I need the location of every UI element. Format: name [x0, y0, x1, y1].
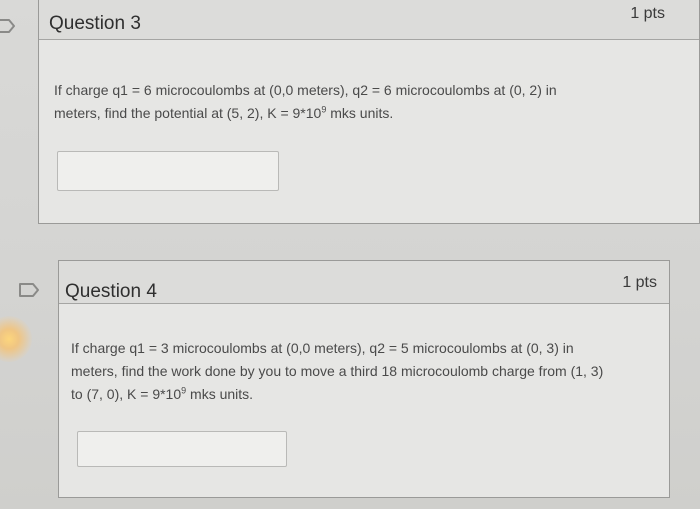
question-text-tail: mks units. [186, 386, 254, 402]
question-4-card: Question 4 1 pts If charge q1 = 3 microc… [58, 260, 670, 498]
question-points: 1 pts [622, 274, 657, 291]
flag-question-icon[interactable] [0, 18, 16, 34]
question-text: If charge q1 = 6 microcoulombs at (0,0 m… [54, 79, 654, 125]
question-header: Question 4 1 pts [59, 261, 669, 304]
question-text-line: meters, find the potential at (5, 2), K … [54, 105, 322, 121]
answer-input[interactable] [57, 151, 279, 191]
question-text: If charge q1 = 3 microcoulombs at (0,0 m… [71, 337, 651, 406]
answer-input[interactable] [77, 431, 287, 467]
question-text-line: If charge q1 = 3 microcoulombs at (0,0 m… [71, 340, 574, 356]
question-title: Question 4 [65, 281, 157, 302]
question-text-line: If charge q1 = 6 microcoulombs at (0,0 m… [54, 82, 557, 98]
question-header: Question 3 1 pts [39, 0, 699, 40]
flag-question-icon[interactable] [18, 282, 40, 298]
question-text-line: to (7, 0), K = 9*10 [71, 386, 182, 402]
question-3-card: Question 3 1 pts If charge q1 = 6 microc… [38, 0, 700, 224]
question-points: 1 pts [630, 5, 665, 22]
question-text-line: meters, find the work done by you to mov… [71, 363, 604, 379]
question-text-tail: mks units. [326, 105, 394, 121]
light-glare [0, 316, 32, 362]
question-title: Question 3 [49, 13, 141, 34]
